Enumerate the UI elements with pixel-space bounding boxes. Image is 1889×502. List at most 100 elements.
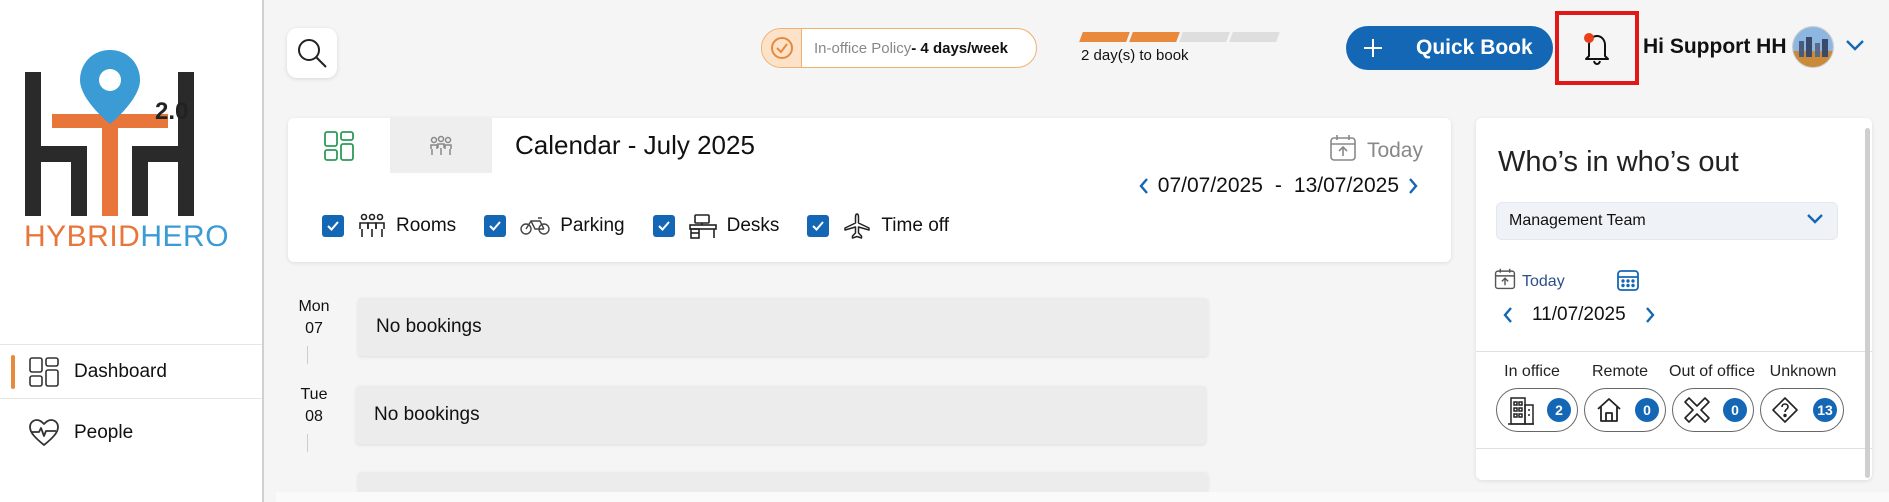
checkbox-checked-icon[interactable]	[807, 215, 830, 237]
home-icon	[1597, 398, 1621, 422]
filter-label: Time off	[881, 215, 949, 236]
panel-title: Who’s in who’s out	[1498, 146, 1739, 178]
hybridhero-logo[interactable]: 2.0 HYBRIDHERO	[20, 48, 229, 258]
bicycle-icon	[520, 216, 550, 236]
stat-label-in-office: In office	[1504, 363, 1560, 380]
day-weekday: Mon	[298, 298, 330, 315]
sidebar-item-people[interactable]: People	[0, 398, 262, 466]
stat-label-unknown: Unknown	[1769, 363, 1837, 380]
tab-team-view[interactable]	[390, 118, 492, 173]
policy-label: In-office Policy	[814, 39, 912, 57]
date-range: 07/07/2025 - 13/07/2025	[1130, 174, 1427, 198]
sidebar-item-label: Dashboard	[74, 360, 167, 382]
tab-grid-view[interactable]	[288, 118, 390, 173]
calendar-icon	[1617, 270, 1639, 291]
user-greeting: Hi Support HH	[1643, 35, 1787, 58]
policy-text: In-office Policy- 4 days/week	[802, 40, 1008, 57]
stat-out-of-office[interactable]: 0	[1672, 388, 1754, 432]
checkbox-checked-icon[interactable]	[484, 215, 507, 237]
quick-book-label: Quick Book	[1416, 36, 1533, 59]
panel-scrollbar[interactable]	[1865, 128, 1870, 478]
progress-segment-filled	[1129, 32, 1180, 42]
progress-label: 2 day(s) to book	[1081, 47, 1189, 64]
chevron-left-icon[interactable]	[1492, 305, 1524, 325]
filter-label: Rooms	[396, 215, 457, 236]
search-button[interactable]	[287, 28, 337, 78]
search-icon	[298, 39, 327, 68]
sidebar: 2.0 HYBRIDHERO Dashboard People	[0, 0, 264, 502]
stat-label-out-of-office: Out of office	[1669, 363, 1755, 380]
team-select-value: Management Team	[1509, 212, 1646, 229]
day-bookings[interactable]: No bookings	[356, 386, 1206, 444]
divider	[1476, 351, 1872, 352]
panel-date: 11/07/2025	[1532, 304, 1626, 325]
stat-count: 13	[1813, 398, 1837, 422]
progress-segment-empty	[1229, 32, 1280, 42]
day-row-partial	[288, 470, 1208, 492]
logo-wordmark: HYBRIDHERO	[24, 220, 229, 254]
filter-rooms[interactable]: Rooms	[322, 213, 456, 239]
chevron-down-icon	[1805, 212, 1825, 231]
filter-desks[interactable]: Desks	[652, 213, 780, 239]
question-diamond-icon	[1772, 397, 1798, 423]
team-select[interactable]: Management Team	[1496, 202, 1838, 240]
chevron-left-icon[interactable]	[1130, 176, 1158, 196]
chevron-right-icon[interactable]	[1399, 176, 1427, 196]
calendar-today-button[interactable]: Today	[1329, 134, 1423, 168]
logo-wordmark-part1: HYBRID	[24, 220, 141, 253]
logo-wordmark-part2: HERO	[140, 220, 230, 253]
panel-today-button[interactable]: Today	[1494, 268, 1565, 295]
panel-date-nav: 11/07/2025	[1492, 304, 1666, 326]
filter-time-off[interactable]: Time off	[807, 212, 949, 240]
app: 2.0 HYBRIDHERO Dashboard People In-offic…	[0, 0, 1889, 502]
divider	[1476, 448, 1872, 449]
checkbox-checked-icon[interactable]	[652, 215, 675, 237]
avatar	[1792, 26, 1835, 68]
calendar-today-icon	[1329, 134, 1357, 168]
sidebar-item-dashboard[interactable]: Dashboard	[0, 344, 262, 398]
bell-icon	[1584, 33, 1609, 66]
building-icon	[1508, 397, 1534, 425]
stat-remote[interactable]: 0	[1584, 388, 1666, 432]
stat-unknown[interactable]: 13	[1760, 388, 1844, 432]
sidebar-item-label: People	[74, 421, 134, 443]
filter-label: Desks	[726, 215, 780, 236]
chevron-right-icon[interactable]	[1634, 305, 1666, 325]
day-timeline	[307, 346, 308, 364]
notifications-button[interactable]	[1555, 11, 1639, 85]
day-bookings-partial[interactable]	[358, 472, 1208, 492]
range-start: 07/07/2025	[1157, 174, 1263, 197]
day-timeline	[307, 434, 308, 452]
day-row: Mon 07 No bookings	[288, 294, 1208, 364]
progress-segment-empty	[1179, 32, 1230, 42]
stat-label-remote: Remote	[1591, 363, 1649, 380]
plus-icon	[1346, 37, 1400, 59]
logo-mark-icon	[25, 50, 194, 216]
filter-label: Parking	[560, 215, 625, 236]
policy-value: - 4 days/week	[911, 39, 1008, 57]
calendar-card: Calendar - July 2025 Today 07/07/2025 - …	[288, 118, 1451, 262]
chevron-down-icon	[1844, 38, 1866, 57]
cross-icon	[1684, 397, 1710, 423]
day-bookings[interactable]: No bookings	[358, 298, 1208, 356]
progress-segment-filled	[1079, 32, 1130, 42]
user-menu[interactable]: Hi Support HH	[1643, 26, 1866, 68]
airplane-icon	[843, 212, 871, 240]
filter-parking[interactable]: Parking	[484, 215, 625, 237]
view-tabs	[288, 118, 493, 173]
horizontal-scrollbar[interactable]	[276, 492, 1889, 502]
in-office-policy-badge: In-office Policy- 4 days/week	[761, 28, 1037, 68]
people-room-icon	[358, 213, 386, 239]
today-label: Today	[1366, 139, 1423, 162]
checkbox-checked-icon[interactable]	[322, 215, 344, 237]
quick-book-button[interactable]: Quick Book	[1346, 26, 1553, 70]
stat-in-office[interactable]: 2	[1496, 388, 1578, 432]
range-separator: -	[1274, 174, 1282, 197]
calendar-picker-button[interactable]	[1616, 268, 1640, 297]
booking-filters: Rooms Parking Desks Time off	[322, 212, 977, 240]
stat-count: 2	[1547, 398, 1571, 422]
whos-in-panel: Who’s in who’s out Management Team Today	[1476, 118, 1872, 480]
day-label: Tue 08	[288, 384, 340, 428]
progress-bars	[1079, 32, 1281, 42]
heartbeat-icon	[28, 417, 60, 449]
